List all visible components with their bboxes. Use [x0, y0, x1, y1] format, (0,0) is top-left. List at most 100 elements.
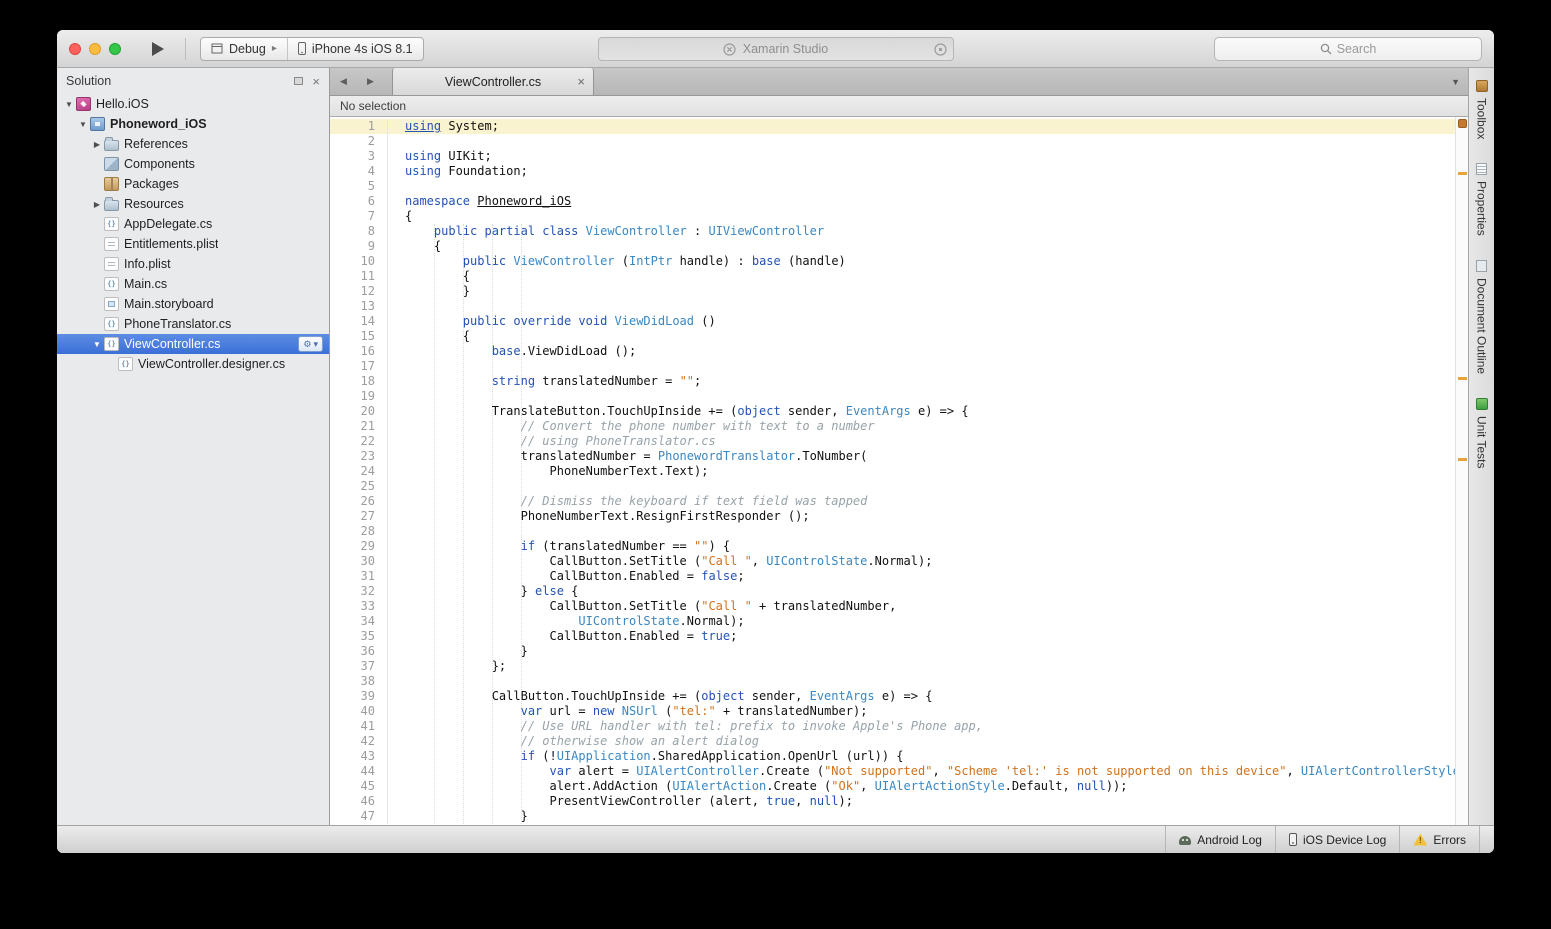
code-line[interactable]: 35 CallButton.Enabled = true;: [330, 629, 1455, 644]
line-number[interactable]: 13: [330, 299, 388, 314]
line-number[interactable]: 8: [330, 224, 388, 239]
line-number[interactable]: 17: [330, 359, 388, 374]
device-selector[interactable]: iPhone 4s iOS 8.1: [288, 38, 423, 60]
code-line[interactable]: 3using UIKit;: [330, 149, 1455, 164]
line-number[interactable]: 9: [330, 239, 388, 254]
line-number[interactable]: 41: [330, 719, 388, 734]
line-number[interactable]: 15: [330, 329, 388, 344]
code-line[interactable]: 45 alert.AddAction (UIAlertAction.Create…: [330, 779, 1455, 794]
analysis-margin[interactable]: [1455, 117, 1468, 825]
search-input[interactable]: Search: [1214, 37, 1482, 61]
analysis-marker-dash[interactable]: [1458, 377, 1467, 380]
line-number[interactable]: 19: [330, 389, 388, 404]
line-number[interactable]: 40: [330, 704, 388, 719]
tree-item-viewcontroller-designer-cs[interactable]: {}ViewController.designer.cs: [57, 354, 329, 374]
line-number[interactable]: 6: [330, 194, 388, 209]
code-line[interactable]: 34 UIControlState.Normal);: [330, 614, 1455, 629]
line-number[interactable]: 46: [330, 794, 388, 809]
line-number[interactable]: 32: [330, 584, 388, 599]
code-line[interactable]: 9 {: [330, 239, 1455, 254]
code-line[interactable]: 13: [330, 299, 1455, 314]
expander-closed-icon[interactable]: ▶: [91, 200, 103, 209]
code-line[interactable]: 17: [330, 359, 1455, 374]
code-line[interactable]: 4using Foundation;: [330, 164, 1455, 179]
code-line[interactable]: 21 // Convert the phone number with text…: [330, 419, 1455, 434]
zoom-window-button[interactable]: [109, 43, 121, 55]
analysis-marker-dash[interactable]: [1458, 458, 1467, 461]
tree-item-main-cs[interactable]: {}Main.cs: [57, 274, 329, 294]
code-line[interactable]: 2: [330, 134, 1455, 149]
android-log-button[interactable]: Android Log: [1165, 826, 1275, 853]
line-number[interactable]: 11: [330, 269, 388, 284]
expander-open-icon[interactable]: ▼: [63, 100, 75, 109]
code-line[interactable]: 43 if (!UIApplication.SharedApplication.…: [330, 749, 1455, 764]
code-line[interactable]: 20 TranslateButton.TouchUpInside += (obj…: [330, 404, 1455, 419]
code-line[interactable]: 6namespace Phoneword_iOS: [330, 194, 1455, 209]
expander-open-icon[interactable]: ▼: [91, 340, 103, 349]
line-number[interactable]: 38: [330, 674, 388, 689]
expander-closed-icon[interactable]: ▶: [91, 140, 103, 149]
configuration-selector[interactable]: Debug ▸: [201, 38, 287, 60]
tree-item-main-storyboard[interactable]: Main.storyboard: [57, 294, 329, 314]
code-line[interactable]: 28: [330, 524, 1455, 539]
line-number[interactable]: 7: [330, 209, 388, 224]
line-number[interactable]: 1: [330, 119, 388, 134]
line-number[interactable]: 24: [330, 464, 388, 479]
errors-button[interactable]: Errors: [1399, 826, 1480, 853]
line-number[interactable]: 16: [330, 344, 388, 359]
code-line[interactable]: 12 }: [330, 284, 1455, 299]
code-line[interactable]: 30 CallButton.SetTitle ("Call ", UIContr…: [330, 554, 1455, 569]
code-line[interactable]: 37 };: [330, 659, 1455, 674]
tree-item-viewcontroller-cs[interactable]: ▼{}ViewController.cs⚙▾: [57, 334, 329, 354]
code-line[interactable]: 18 string translatedNumber = "";: [330, 374, 1455, 389]
code-line[interactable]: 16 base.ViewDidLoad ();: [330, 344, 1455, 359]
run-button[interactable]: [145, 37, 171, 61]
line-number[interactable]: 33: [330, 599, 388, 614]
code-line[interactable]: 7{: [330, 209, 1455, 224]
line-number[interactable]: 26: [330, 494, 388, 509]
code-editor[interactable]: 1using System;23using UIKit;4using Found…: [330, 117, 1468, 825]
tree-item-components[interactable]: Components: [57, 154, 329, 174]
tree-item-entitlements-plist[interactable]: Entitlements.plist: [57, 234, 329, 254]
code-line[interactable]: 19: [330, 389, 1455, 404]
code-lines[interactable]: 1using System;23using UIKit;4using Found…: [330, 117, 1455, 825]
tab-viewcontroller-cs[interactable]: ViewController.cs ×: [392, 68, 594, 95]
code-line[interactable]: 15 {: [330, 329, 1455, 344]
tree-item-references[interactable]: ▶References: [57, 134, 329, 154]
line-number[interactable]: 37: [330, 659, 388, 674]
code-line[interactable]: 32 } else {: [330, 584, 1455, 599]
item-options-button[interactable]: ⚙▾: [298, 336, 323, 352]
code-line[interactable]: 42 // otherwise show an alert dialog: [330, 734, 1455, 749]
tab-overflow-icon[interactable]: ▼: [1443, 68, 1468, 95]
line-number[interactable]: 14: [330, 314, 388, 329]
line-number[interactable]: 42: [330, 734, 388, 749]
code-line[interactable]: 46 PresentViewController (alert, true, n…: [330, 794, 1455, 809]
line-number[interactable]: 30: [330, 554, 388, 569]
line-number[interactable]: 2: [330, 134, 388, 149]
nav-back-button[interactable]: ◀: [330, 68, 357, 95]
line-number[interactable]: 45: [330, 779, 388, 794]
tree-item-packages[interactable]: Packages: [57, 174, 329, 194]
tree-item-resources[interactable]: ▶Resources: [57, 194, 329, 214]
pad-tab-document-outline[interactable]: Document Outline: [1475, 260, 1489, 374]
line-number[interactable]: 18: [330, 374, 388, 389]
status-progress-icon[interactable]: [934, 43, 947, 56]
code-line[interactable]: 5: [330, 179, 1455, 194]
minimize-window-button[interactable]: [89, 43, 101, 55]
line-number[interactable]: 23: [330, 449, 388, 464]
line-number[interactable]: 28: [330, 524, 388, 539]
code-line[interactable]: 22 // using PhoneTranslator.cs: [330, 434, 1455, 449]
line-number[interactable]: 25: [330, 479, 388, 494]
line-number[interactable]: 31: [330, 569, 388, 584]
code-line[interactable]: 24 PhoneNumberText.Text);: [330, 464, 1455, 479]
line-number[interactable]: 36: [330, 644, 388, 659]
code-line[interactable]: 25: [330, 479, 1455, 494]
expander-open-icon[interactable]: ▼: [77, 120, 89, 129]
pad-close-icon[interactable]: ×: [312, 75, 320, 88]
code-line[interactable]: 26 // Dismiss the keyboard if text field…: [330, 494, 1455, 509]
line-number[interactable]: 47: [330, 809, 388, 824]
tree-item-info-plist[interactable]: Info.plist: [57, 254, 329, 274]
line-number[interactable]: 35: [330, 629, 388, 644]
code-line[interactable]: 36 }: [330, 644, 1455, 659]
code-line[interactable]: 14 public override void ViewDidLoad (): [330, 314, 1455, 329]
